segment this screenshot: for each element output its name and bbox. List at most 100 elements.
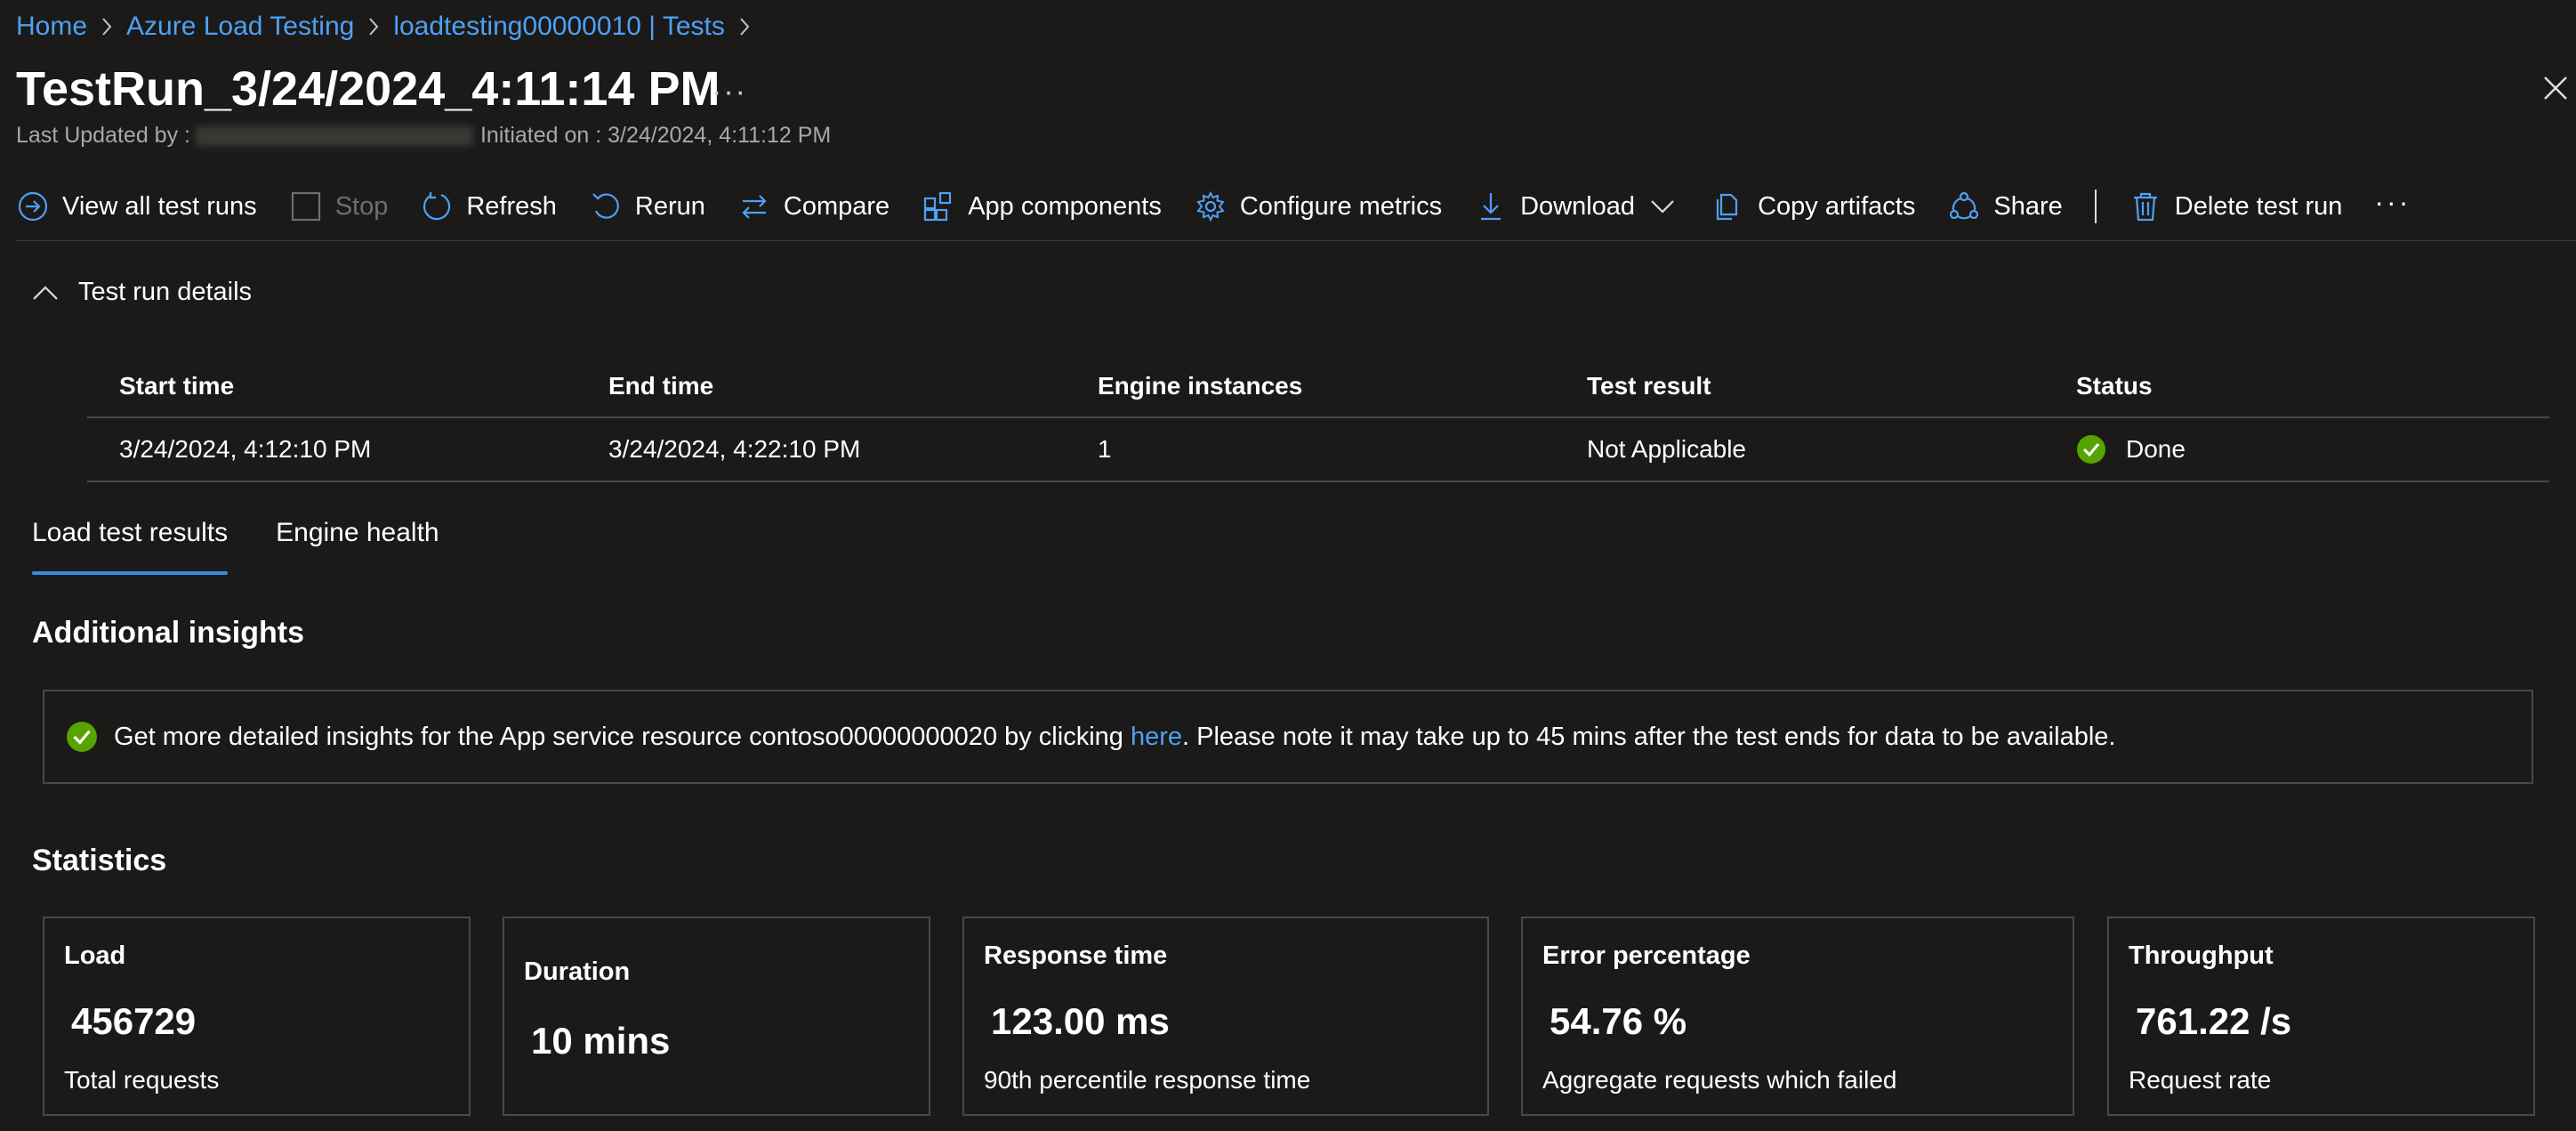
stat-card-value: 10 mins [531,1020,671,1062]
stop-label: Stop [334,191,389,221]
breadcrumb-azure-load-testing[interactable]: Azure Load Testing [126,12,354,42]
tab-load-test-results[interactable]: Load test results [32,514,229,575]
refresh-button[interactable]: Refresh [420,182,557,231]
insights-banner: Get more detailed insights for the App s… [43,690,2533,784]
test-result-cell: Not Applicable [1587,435,1747,463]
stat-card-title: Error percentage [1542,941,1751,970]
test-run-details-toggle[interactable]: Test run details [32,278,252,307]
share-icon [1947,190,1981,223]
results-tabs: Load test results Engine health [32,514,487,575]
compare-button[interactable]: Compare [737,182,890,231]
toolbar-divider [2094,190,2097,223]
status-badge: Done [2076,434,2186,465]
stop-button[interactable]: Stop [289,182,389,231]
column-header-test-result: Test result [1587,372,1711,400]
download-icon [1474,190,1508,223]
download-label: Download [1520,191,1636,221]
last-updated-label: Last Updated by : [16,123,190,148]
success-check-icon [2076,434,2126,465]
insights-text-before: Get more detailed insights for the App s… [114,722,1131,751]
compare-arrows-icon [737,190,771,223]
end-time-cell: 3/24/2024, 4:22:10 PM [608,435,861,463]
stat-card-error-percentage: Error percentage 54.76 % Aggregate reque… [1521,917,2074,1116]
page-title: TestRun_3/24/2024_4:11:14 PM [16,62,720,116]
trash-icon [2129,190,2162,223]
compare-label: Compare [783,191,890,221]
test-run-details-table: Start time End time Engine instances Tes… [87,356,2549,482]
configure-metrics-label: Configure metrics [1239,191,1443,221]
success-check-icon [66,721,114,753]
stat-card-subtitle: Total requests [64,1066,220,1094]
close-icon[interactable] [2542,75,2569,101]
refresh-label: Refresh [466,191,557,221]
app-components-icon [922,190,955,223]
app-components-label: App components [968,191,1162,221]
configure-metrics-button[interactable]: Configure metrics [1194,182,1442,231]
command-bar: View all test runs Stop Refresh Rerun Co… [16,182,2411,231]
stat-card-value: 54.76 % [1550,1000,1687,1042]
column-header-engine-instances: Engine instances [1098,372,1303,400]
stat-card-subtitle: 90th percentile response time [984,1066,1311,1094]
breadcrumb: Home Azure Load Testing loadtesting00000… [16,9,764,44]
view-all-test-runs-label: View all test runs [62,191,257,221]
gear-icon [1194,190,1228,223]
stat-card-title: Duration [524,957,631,986]
delete-test-run-button[interactable]: Delete test run [2129,182,2343,231]
chevron-up-icon [32,285,78,301]
insights-here-link[interactable]: here [1131,723,1182,752]
copy-artifacts-label: Copy artifacts [1758,191,1916,221]
engine-instances-cell: 1 [1098,435,1112,463]
view-all-test-runs-button[interactable]: View all test runs [16,182,257,231]
table-row: 3/24/2024, 4:12:10 PM 3/24/2024, 4:22:10… [87,418,2549,482]
stat-card-throughput: Throughput 761.22 /s Request rate [2107,917,2535,1116]
stat-card-load: Load 456729 Total requests [43,917,471,1116]
statistics-heading: Statistics [32,844,167,877]
delete-test-run-label: Delete test run [2174,191,2343,221]
initiated-label: Initiated on : 3/24/2024, 4:11:12 PM [479,123,832,148]
breadcrumb-tests[interactable]: loadtesting00000010 | Tests [393,12,725,42]
chevron-right-icon [725,17,764,36]
column-header-end-time: End time [608,372,714,400]
stat-card-value: 761.22 /s [2136,1000,2292,1042]
stat-card-title: Load [64,941,126,970]
rerun-label: Rerun [634,191,705,221]
arrow-circle-right-icon [16,190,50,223]
status-text: Done [2126,435,2186,463]
share-label: Share [1993,191,2063,221]
share-button[interactable]: Share [1947,182,2063,231]
stat-card-response-time: Response time 123.00 ms 90th percentile … [962,917,1489,1116]
refresh-icon [420,190,454,223]
toolbar-divider-line [16,240,2576,241]
status-cell: Done [2044,434,2549,465]
chevron-right-icon [87,17,126,36]
copy-artifacts-button[interactable]: Copy artifacts [1711,182,1915,231]
rerun-icon [589,190,623,223]
insights-text-after: . Please note it may take up to 45 mins … [1182,722,2116,751]
stop-square-icon [289,190,323,223]
rerun-button[interactable]: Rerun [589,182,705,231]
title-more-button[interactable]: ··· [712,75,747,109]
run-meta: Last Updated by : Initiated on : 3/24/20… [16,123,831,149]
test-run-details-title: Test run details [78,278,253,306]
stat-card-subtitle: Request rate [2129,1066,2272,1094]
stat-card-value: 456729 [71,1000,197,1042]
copy-icon [1711,190,1745,223]
additional-insights-heading: Additional insights [32,616,304,650]
column-header-start-time: Start time [119,372,235,400]
breadcrumb-home[interactable]: Home [16,12,87,42]
table-header-row: Start time End time Engine instances Tes… [87,356,2549,418]
stat-card-title: Response time [984,941,1168,970]
download-button[interactable]: Download [1474,182,1679,231]
tab-engine-health[interactable]: Engine health [276,514,439,568]
stat-card-subtitle: Aggregate requests which failed [1542,1066,1897,1094]
start-time-cell: 3/24/2024, 4:12:10 PM [119,435,372,463]
column-header-status: Status [2076,372,2153,400]
stat-card-duration: Duration 10 mins [503,917,930,1116]
chevron-down-icon [1646,190,1679,223]
app-components-button[interactable]: App components [922,182,1162,231]
toolbar-more-button[interactable]: ··· [2374,186,2411,219]
redacted-user [195,125,473,146]
stat-card-value: 123.00 ms [991,1000,1170,1042]
stat-card-title: Throughput [2129,941,2274,970]
chevron-right-icon [354,17,393,36]
